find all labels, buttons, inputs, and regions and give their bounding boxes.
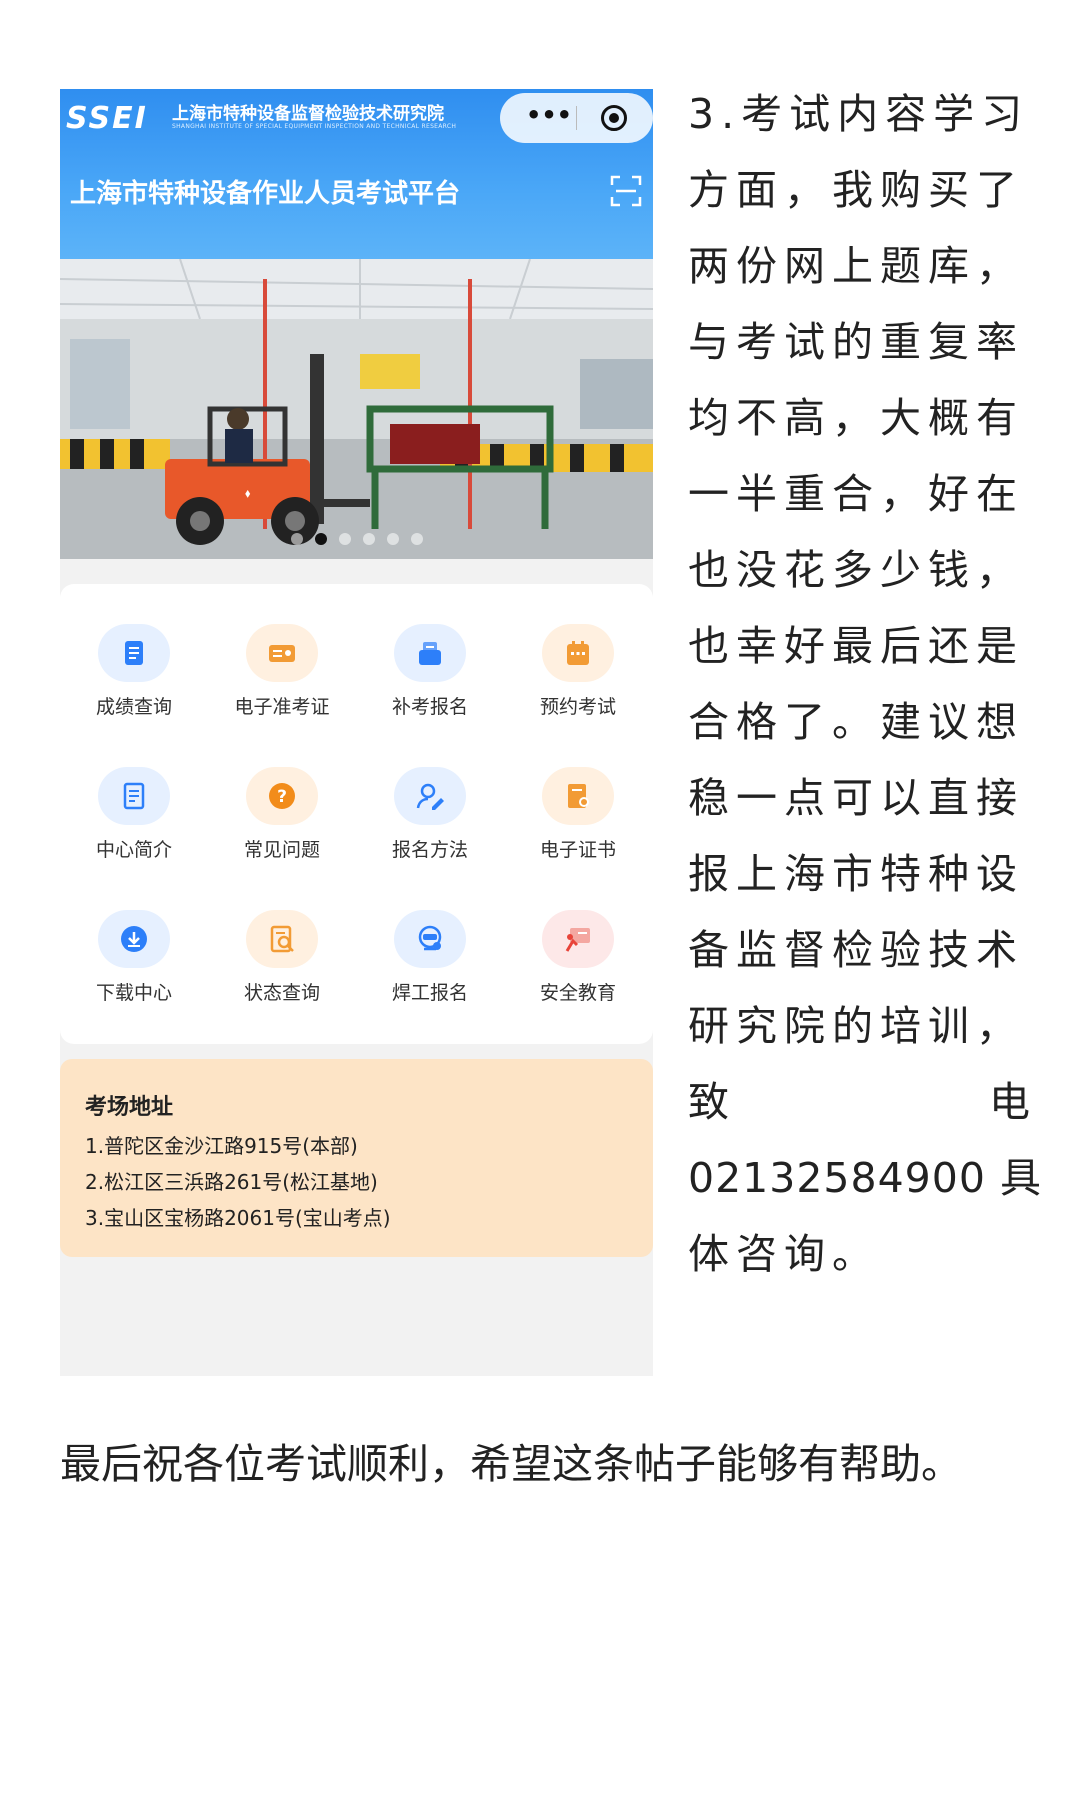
menu-item[interactable]: 预约考试 — [504, 624, 652, 734]
menu-item[interactable]: 成绩查询 — [60, 624, 208, 734]
menu-item-label: 中心简介 — [95, 839, 172, 861]
menu-item-label: 报名方法 — [391, 839, 468, 861]
article-line: 备监督检验技术 — [688, 926, 1024, 974]
close-target-icon[interactable] — [601, 105, 627, 131]
address-line: 3.宝山区宝杨路2061号(宝山考点) — [85, 1206, 391, 1230]
article-line: 均不高，大概有 — [688, 394, 1024, 442]
menu-item[interactable]: 补考报名 — [356, 624, 504, 734]
svg-text:⬧: ⬧ — [245, 486, 251, 500]
exam-platform-screenshot: SSEI 上海市特种设备监督检验技术研究院 SHANGHAI INSTITUTE… — [60, 89, 653, 1376]
platform-title: 上海市特种设备作业人员考试平台 — [70, 179, 461, 209]
certificate-icon — [542, 767, 614, 825]
score-query-icon — [98, 624, 170, 682]
menu-item-label: 状态查询 — [243, 982, 320, 1004]
carousel-indicators — [60, 533, 653, 545]
menu-item[interactable]: 安全教育 — [504, 910, 652, 1020]
more-icon[interactable]: ••• — [526, 101, 572, 129]
miniprogram-capsule: ••• — [500, 93, 653, 143]
menu-item[interactable]: 状态查询 — [208, 910, 356, 1020]
menu-item[interactable]: 中心简介 — [60, 767, 208, 877]
document-icon — [98, 767, 170, 825]
banner-carousel[interactable]: ⬧ — [60, 259, 653, 559]
article-line: 稳一点可以直接 — [688, 774, 1024, 822]
address-line: 2.松江区三浜路261号(松江基地) — [85, 1170, 378, 1194]
safety-education-icon — [542, 910, 614, 968]
phone-number-line: 02132584900 具 — [688, 1154, 1042, 1202]
address-line: 1.普陀区金沙江路915号(本部) — [85, 1134, 358, 1158]
app-header: SSEI 上海市特种设备监督检验技术研究院 SHANGHAI INSTITUTE… — [60, 89, 653, 259]
menu-item-label: 成绩查询 — [95, 696, 172, 718]
menu-item[interactable]: 报名方法 — [356, 767, 504, 877]
menu-item[interactable]: 电子证书 — [504, 767, 652, 877]
download-icon — [98, 910, 170, 968]
article-line: 研究院的培训， — [688, 1002, 1024, 1050]
carousel-dot[interactable] — [386, 533, 399, 545]
org-name: 上海市特种设备监督检验技术研究院 — [172, 104, 444, 124]
scan-icon[interactable] — [610, 175, 642, 207]
menu-item-label: 电子准考证 — [234, 696, 330, 718]
article-word: 电 — [989, 1078, 1030, 1126]
menu-item[interactable]: 电子准考证 — [208, 624, 356, 734]
article-paragraph: 3.考试内容学习 方面，我购买了 两份网上题库， 与考试的重复率 均不高，大概有… — [688, 76, 1042, 1292]
welder-icon — [394, 910, 466, 968]
question-icon: ? — [246, 767, 318, 825]
user-edit-icon — [394, 767, 466, 825]
article-line: 方面，我购买了 — [688, 166, 1024, 214]
menu-item-label: 常见问题 — [243, 839, 320, 861]
menu-item-label: 电子证书 — [539, 839, 616, 861]
capsule-divider — [576, 106, 577, 130]
carousel-dot[interactable] — [362, 533, 375, 545]
address-title: 考场地址 — [85, 1095, 174, 1120]
retake-register-icon — [394, 624, 466, 682]
menu-item-label: 下载中心 — [95, 982, 172, 1004]
article-line: 致 电 — [688, 1064, 1030, 1140]
article-line: 报上海市特种设 — [688, 850, 1024, 898]
ssei-logo: SSEI — [66, 101, 148, 136]
carousel-dot[interactable] — [290, 533, 303, 545]
article-line: 也幸好最后还是 — [688, 622, 1024, 670]
article-word: 致 — [688, 1078, 729, 1126]
function-menu: 成绩查询 电子准考证 补考报名 预约考试 中心简介? 常见问题 报名方法 电子证书 下载中心 状态… — [60, 584, 653, 1044]
article-line: 也没花多少钱， — [688, 546, 1024, 594]
menu-item-label: 补考报名 — [391, 696, 468, 718]
menu-item-label: 安全教育 — [539, 982, 616, 1004]
forklift-banner-image: ⬧ — [60, 259, 653, 559]
article-line: 两份网上题库， — [688, 242, 1024, 290]
exam-address-card: 考场地址 1.普陀区金沙江路915号(本部) 2.松江区三浜路261号(松江基地… — [60, 1059, 653, 1257]
carousel-dot[interactable] — [338, 533, 351, 545]
article-line: 合格了。建议想 — [688, 698, 1024, 746]
menu-item-label: 焊工报名 — [391, 982, 468, 1004]
org-name-en: SHANGHAI INSTITUTE OF SPECIAL EQUIPMENT … — [172, 123, 457, 130]
article-line: 一半重合，好在 — [688, 470, 1024, 518]
calendar-icon — [542, 624, 614, 682]
closing-sentence: 最后祝各位考试顺利，希望这条帖子能够有帮助。 — [60, 1440, 962, 1488]
admission-ticket-icon — [246, 624, 318, 682]
svg-text:?: ? — [277, 787, 287, 807]
carousel-dot[interactable] — [410, 533, 423, 545]
status-search-icon — [246, 910, 318, 968]
menu-item[interactable]: 焊工报名 — [356, 910, 504, 1020]
menu-item[interactable]: ? 常见问题 — [208, 767, 356, 877]
article-line: 体咨询。 — [688, 1230, 880, 1278]
menu-item[interactable]: 下载中心 — [60, 910, 208, 1020]
menu-item-label: 预约考试 — [539, 696, 616, 718]
article-line: 3.考试内容学习 — [688, 90, 1030, 138]
article-line: 与考试的重复率 — [688, 318, 1024, 366]
carousel-dot[interactable] — [314, 533, 327, 545]
